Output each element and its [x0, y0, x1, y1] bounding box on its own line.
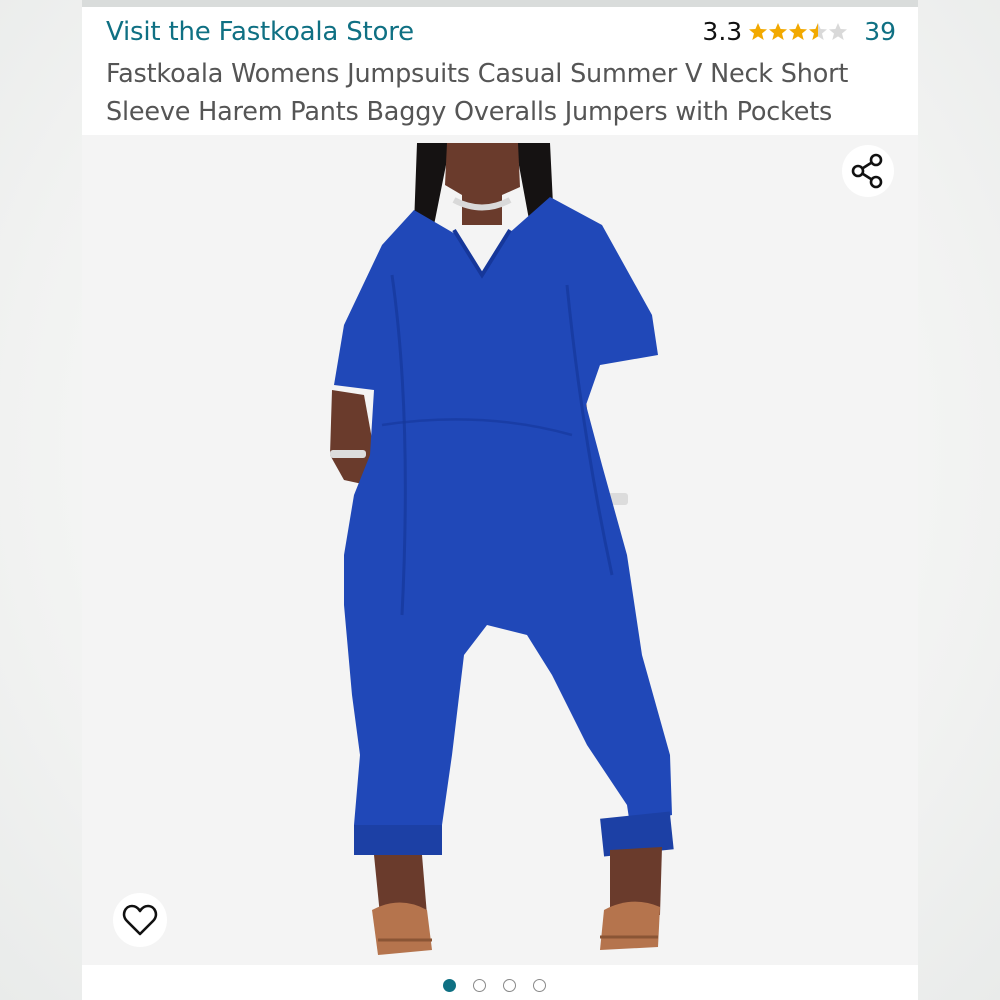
jumpsuit-model-illustration	[330, 143, 674, 955]
stars-icon	[749, 22, 848, 40]
favorite-button[interactable]	[113, 893, 167, 947]
product-title: Fastkoala Womens Jumpsuits Casual Summer…	[106, 59, 849, 127]
product-image[interactable]	[82, 135, 918, 965]
carousel-indicator	[82, 965, 918, 1000]
store-link[interactable]: Visit the Fastkoala Store	[106, 17, 414, 47]
share-icon	[851, 153, 883, 189]
product-header: Visit the Fastkoala Store 3.3 39 Fastkoa…	[82, 7, 918, 135]
share-button[interactable]	[842, 145, 894, 197]
carousel-dot-1[interactable]	[443, 979, 456, 992]
star-rating	[748, 22, 848, 42]
review-count-link[interactable]: 39	[864, 17, 896, 46]
product-card: Visit the Fastkoala Store 3.3 39 Fastkoa…	[82, 7, 918, 1000]
carousel-dot-3[interactable]	[503, 979, 516, 992]
carousel-dot-4[interactable]	[533, 979, 546, 992]
carousel-dot-2[interactable]	[473, 979, 486, 992]
top-strip	[82, 0, 918, 7]
rating-summary[interactable]: 3.3 39	[702, 17, 896, 46]
heart-icon	[122, 904, 158, 936]
rating-value: 3.3	[702, 17, 743, 46]
